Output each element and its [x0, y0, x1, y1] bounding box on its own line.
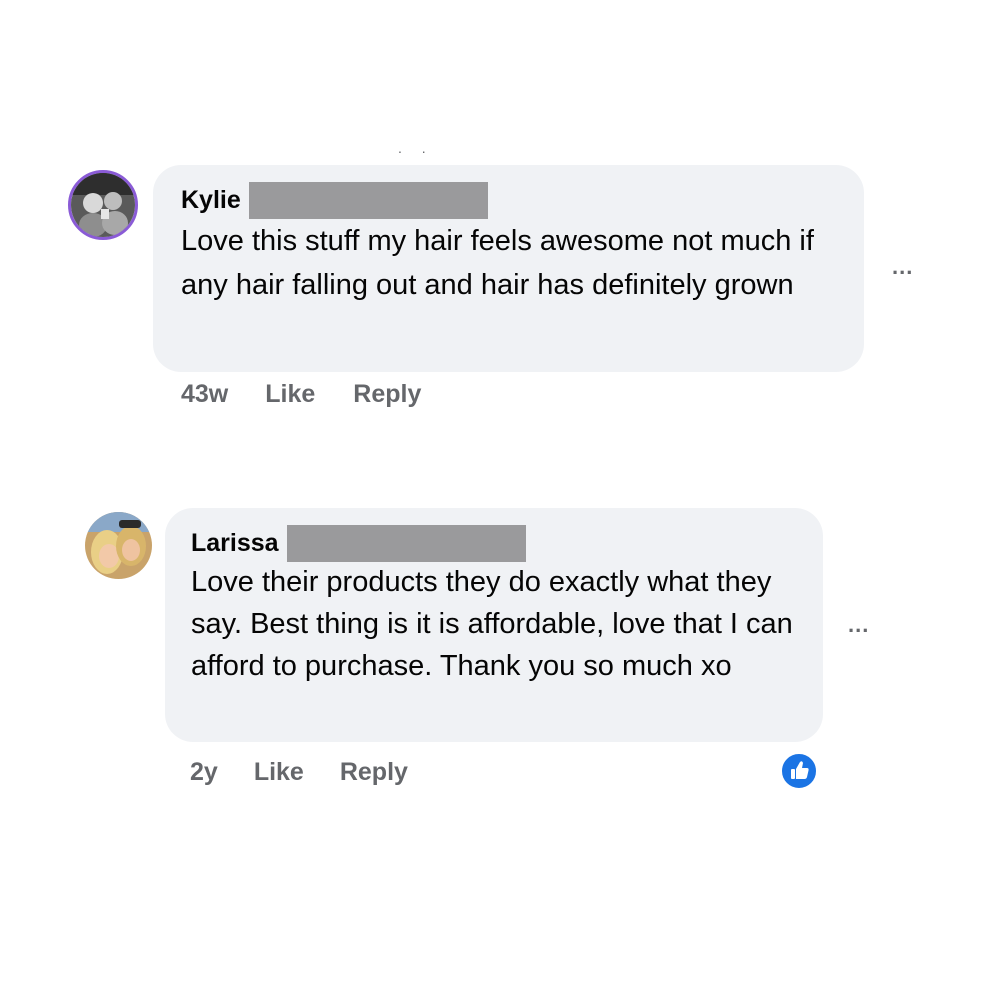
comment-bubble-kylie: Kylie Love this stuff my hair feels awes…: [153, 165, 864, 372]
redacted-surname: [286, 524, 526, 562]
reply-button[interactable]: Reply: [340, 758, 408, 787]
comment-text: Love this stuff my hair feels awesome no…: [181, 225, 814, 301]
comment-actions: 2y Like Reply: [190, 758, 408, 787]
avatar-kylie[interactable]: [68, 170, 138, 240]
comment-bubble-larissa: Larissa Love their products they do exac…: [165, 508, 823, 742]
cropped-separator: . .: [398, 140, 434, 156]
thumbs-up-icon: [791, 761, 809, 779]
more-options-icon[interactable]: ...: [848, 614, 869, 636]
like-button[interactable]: Like: [265, 380, 315, 409]
comment-actions: 43w Like Reply: [181, 380, 421, 409]
comment-text: Love their products they do exactly what…: [191, 566, 793, 682]
comment-timestamp[interactable]: 43w: [181, 380, 228, 409]
like-button[interactable]: Like: [254, 758, 304, 787]
comment-author[interactable]: Kylie: [181, 185, 241, 215]
more-options-icon[interactable]: ...: [892, 256, 913, 278]
like-reaction-icon[interactable]: [780, 752, 818, 790]
avatar-larissa-photo: [85, 512, 152, 579]
comment-author[interactable]: Larissa: [191, 528, 279, 558]
avatar-larissa[interactable]: [85, 512, 152, 579]
comment-timestamp[interactable]: 2y: [190, 758, 218, 787]
redacted-surname: [248, 181, 488, 219]
avatar-kylie-photo: [71, 173, 135, 237]
reply-button[interactable]: Reply: [353, 380, 421, 409]
